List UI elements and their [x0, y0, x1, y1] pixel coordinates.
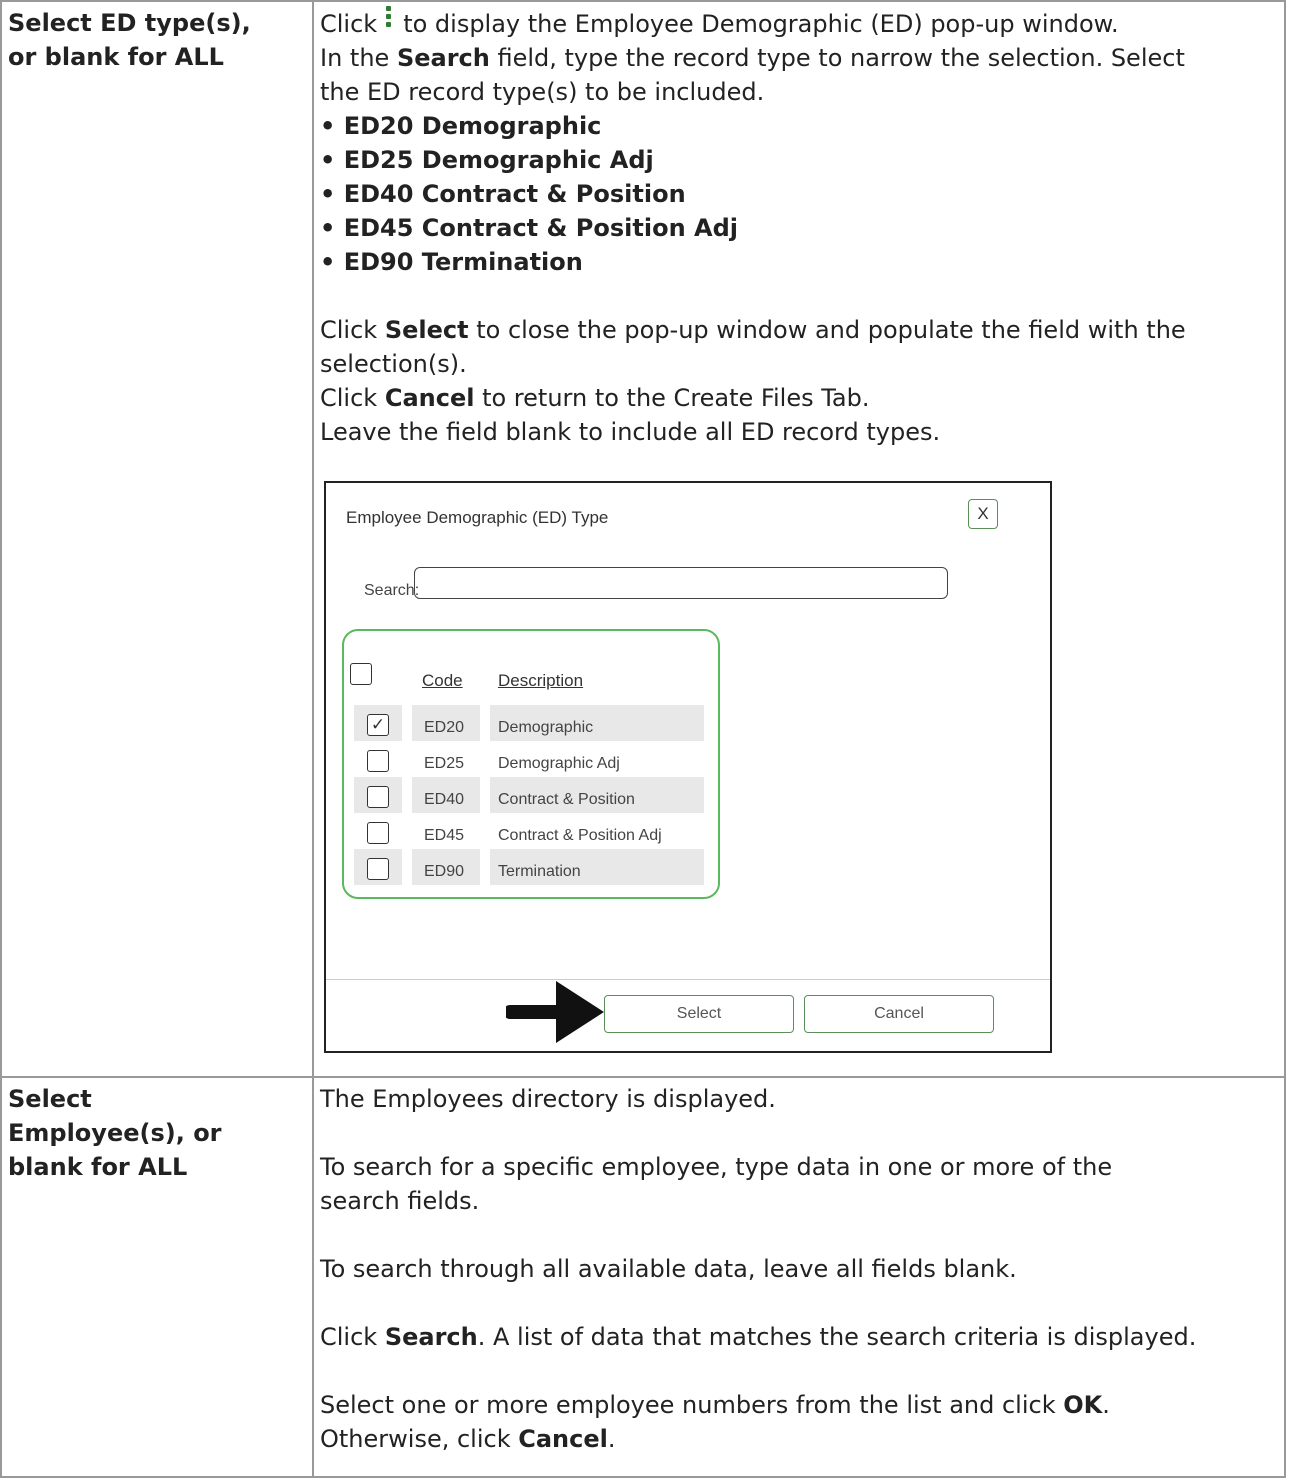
row-code: ED90 [424, 863, 465, 880]
row-code: ED45 [424, 827, 465, 844]
select-all-checkbox[interactable] [350, 663, 372, 685]
row-description: Demographic Adj [498, 755, 620, 772]
row-description: Termination [498, 863, 581, 880]
paragraph-select-cont: selection(s). [320, 350, 467, 378]
bullet-item: • ED25 Demographic Adj [320, 146, 654, 174]
row-checkbox[interactable]: ✓ [367, 714, 389, 736]
paragraph-select: Click Select to close the pop-up window … [320, 316, 1186, 344]
paragraph-directory: The Employees directory is displayed. [320, 1085, 776, 1113]
search-label: Search: [364, 582, 420, 599]
row-label-line: Employee(s), or [8, 1119, 222, 1147]
row-checkbox[interactable] [367, 750, 389, 772]
paragraph-specific: To search for a specific employee, type … [320, 1153, 1113, 1181]
bullet-item: • ED90 Termination [320, 248, 583, 276]
row-label-line: blank for ALL [8, 1153, 188, 1181]
row-checkbox[interactable] [367, 858, 389, 880]
paragraph-search: In the Search field, type the record typ… [320, 44, 1185, 72]
close-icon[interactable]: X [968, 499, 998, 529]
paragraph-click-icon: Click to display the Employee Demographic… [320, 6, 1278, 41]
paragraph-blank: Leave the field blank to include all ED … [320, 418, 941, 446]
dialog-title: Employee Demographic (ED) Type [346, 508, 609, 527]
row-label-employees: Select Employee(s), or blank for ALL [0, 1076, 314, 1478]
paragraph-search-click: Click Search. A list of data that matche… [320, 1323, 1197, 1351]
table-row[interactable]: ED25 Demographic Adj [354, 741, 706, 777]
select-button[interactable]: Select [604, 995, 794, 1033]
bullet-item: • ED20 Demographic [320, 112, 602, 140]
bullet-item: • ED45 Contract & Position Adj [320, 214, 738, 242]
instructions-table: Select ED type(s), or blank for ALL Clic… [0, 0, 1286, 1478]
kebab-menu-icon [381, 6, 395, 28]
table-row[interactable]: ED40 Contract & Position [354, 777, 706, 813]
row-label-line: Select ED type(s), [8, 9, 251, 37]
paragraph-search-cont: the ED record type(s) to be included. [320, 78, 765, 106]
table-row[interactable]: ✓ ED20 Demographic [354, 705, 706, 741]
row-checkbox[interactable] [367, 786, 389, 808]
table-row-ed-type: Select ED type(s), or blank for ALL Clic… [0, 0, 1286, 1078]
table-row[interactable]: ED90 Termination [354, 849, 706, 885]
bullet-item: • ED40 Contract & Position [320, 180, 686, 208]
pointer-arrow-icon [506, 981, 604, 1043]
paragraph-select-ok: Select one or more employee numbers from… [320, 1391, 1110, 1419]
row-description: Contract & Position [498, 791, 635, 808]
paragraph-otherwise: Otherwise, click Cancel. [320, 1425, 616, 1453]
row-description: Contract & Position Adj [498, 827, 662, 844]
footer-divider [326, 979, 1050, 980]
row-body-ed-type: Click to display the Employee Demographic… [312, 0, 1286, 1078]
row-code: ED20 [424, 719, 465, 736]
row-label-line: Select [8, 1085, 92, 1113]
cancel-button[interactable]: Cancel [804, 995, 994, 1033]
column-header-code[interactable]: Code [422, 664, 463, 698]
column-header-description[interactable]: Description [498, 664, 583, 698]
row-code: ED40 [424, 791, 465, 808]
search-input[interactable] [414, 567, 948, 599]
paragraph-cancel: Click Cancel to return to the Create Fil… [320, 384, 870, 412]
row-checkbox[interactable] [367, 822, 389, 844]
row-body-employees: The Employees directory is displayed. To… [312, 1076, 1286, 1478]
row-code: ED25 [424, 755, 465, 772]
ed-type-dialog: Employee Demographic (ED) Type X Search:… [324, 481, 1052, 1053]
row-description: Demographic [498, 719, 594, 736]
paragraph-all-data: To search through all available data, le… [320, 1255, 1017, 1283]
row-label-ed-type: Select ED type(s), or blank for ALL [0, 0, 314, 1078]
paragraph-specific-cont: search fields. [320, 1187, 480, 1215]
row-label-line: or blank for ALL [8, 43, 224, 71]
table-row-employees: Select Employee(s), or blank for ALL The… [0, 1076, 1286, 1478]
table-row[interactable]: ED45 Contract & Position Adj [354, 813, 706, 849]
